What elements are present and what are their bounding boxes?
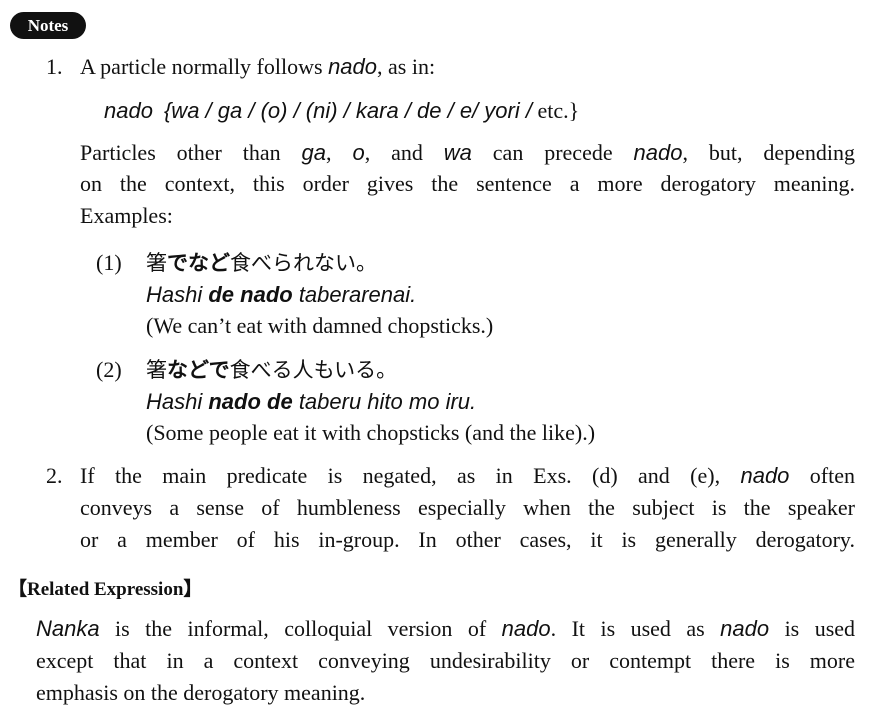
note-2-line-1: If the main predicate is negated, as in …	[80, 463, 855, 488]
document-page: Notes 1. A particle normally follows nad…	[0, 0, 872, 727]
example-2-romaji: Hashi nado de taberu hito mo iru.	[146, 389, 477, 414]
note-1-para-line-3: Examples:	[80, 203, 173, 228]
example-2-japanese: 箸などで食べる人もいる。	[146, 358, 398, 382]
example-1-translation: (We can’t eat with damned chopsticks.)	[146, 313, 494, 338]
note-1-number: 1.	[46, 54, 63, 79]
example-2-number: (2)	[96, 357, 122, 382]
example-1-number: (1)	[96, 250, 122, 275]
example-1-romaji: Hashi de nado taberarenai.	[146, 282, 417, 307]
related-line-1: Nanka is the informal, colloquial versio…	[36, 616, 856, 641]
example-2-translation: (Some people eat it with chopsticks (and…	[146, 420, 596, 445]
note-2-line-2: conveys a sense of humbleness especially…	[80, 495, 855, 520]
notes-badge: Notes	[10, 12, 86, 39]
note-1-para-line-1: Particles other than ga, o, and wa can p…	[80, 140, 856, 165]
example-1-japanese: 箸でなど食べられない。	[146, 251, 377, 275]
note-2-number: 2.	[46, 463, 63, 488]
related-line-3: emphasis on the derogatory meaning.	[36, 680, 366, 705]
note-1-intro: A particle normally follows nado, as in:	[80, 54, 436, 79]
related-expression-heading: 【Related Expression】	[8, 579, 203, 600]
particle-pattern: nado {wa / ga / (o) / (ni) / kara / de /…	[104, 98, 580, 123]
note-2-line-3: or a member of his in-group. In other ca…	[80, 527, 855, 552]
related-line-2: except that in a context conveying undes…	[36, 648, 855, 673]
note-1-para-line-2: on the context, this order gives the sen…	[80, 171, 855, 196]
